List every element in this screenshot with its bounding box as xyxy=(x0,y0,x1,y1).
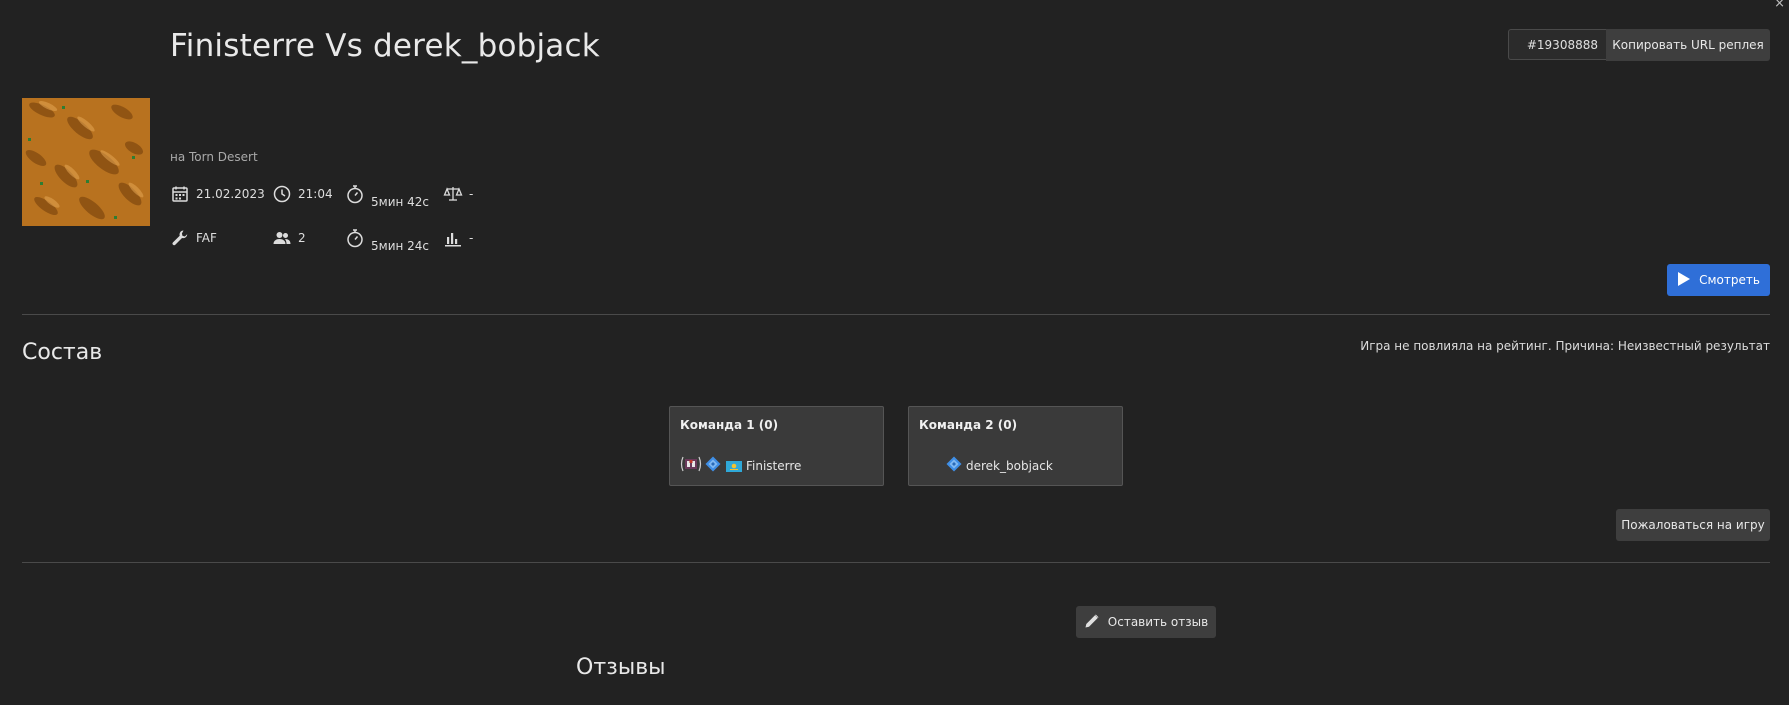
team-player[interactable]: Finisterre xyxy=(680,456,801,476)
time-value: 21:04 xyxy=(298,187,333,201)
rank-icon xyxy=(946,456,962,476)
divider-top xyxy=(22,314,1770,315)
divider-bottom xyxy=(22,562,1770,563)
team-player[interactable]: derek_bobjack xyxy=(946,456,1053,476)
clock-icon xyxy=(272,184,292,204)
play-icon xyxy=(1677,271,1691,290)
player-avatar-icon xyxy=(680,456,702,476)
team-card-1: Команда 1 (0) Finisterre xyxy=(669,406,884,486)
info-featured-mod: FAF xyxy=(170,228,217,248)
replay-id-field[interactable]: #19308888 xyxy=(1508,29,1606,60)
stopwatch-icon xyxy=(345,228,365,248)
player-name: derek_bobjack xyxy=(966,459,1053,473)
rating-value: - xyxy=(469,231,474,245)
report-game-button[interactable]: Пожаловаться на игру xyxy=(1616,509,1770,541)
people-icon xyxy=(272,228,292,248)
info-time: 21:04 xyxy=(272,184,333,204)
pencil-icon xyxy=(1084,613,1100,632)
scales-icon xyxy=(443,184,463,204)
duration-1-value: 5мин 42с xyxy=(371,195,430,209)
watch-label: Смотреть xyxy=(1699,273,1760,287)
teams-section-title: Состав xyxy=(22,340,103,365)
rating-note: Игра не повлияла на рейтинг. Причина: Не… xyxy=(1360,339,1770,353)
calendar-icon xyxy=(170,184,190,204)
player-name: Finisterre xyxy=(746,459,802,473)
team-name: Команда 2 (0) xyxy=(919,418,1018,432)
map-name: на Torn Desert xyxy=(170,150,258,164)
date-value: 21.02.2023 xyxy=(196,187,265,201)
wrench-icon xyxy=(170,228,190,248)
info-date: 21.02.2023 xyxy=(170,184,265,204)
leave-review-button[interactable]: Оставить отзыв xyxy=(1076,606,1216,638)
player-count-value: 2 xyxy=(298,231,306,245)
info-rating: - xyxy=(443,228,473,248)
bar-chart-icon xyxy=(443,228,463,248)
copy-replay-url-button[interactable]: Копировать URL реплея xyxy=(1606,29,1770,61)
info-player-count: 2 xyxy=(272,228,306,248)
team-card-2: Команда 2 (0) derek_bobjack xyxy=(908,406,1123,486)
page-title: Finisterre Vs derek_bobjack xyxy=(170,28,600,64)
reviews-title: Отзывы xyxy=(576,655,666,680)
info-balance: - xyxy=(443,184,473,204)
watch-replay-button[interactable]: Смотреть xyxy=(1667,264,1770,296)
country-flag-icon xyxy=(726,457,742,476)
rank-icon xyxy=(705,456,721,476)
duration-2-value: 5мин 24с xyxy=(371,239,430,253)
stopwatch-icon xyxy=(345,184,365,204)
featured-mod-value: FAF xyxy=(196,231,217,245)
replay-detail-page: × Finisterre Vs derek_bobjack #19308888 … xyxy=(0,0,1789,705)
balance-value: - xyxy=(469,187,474,201)
info-duration-1: 5мин 42с xyxy=(345,184,429,209)
review-label: Оставить отзыв xyxy=(1107,615,1209,629)
map-preview-image xyxy=(22,98,150,226)
info-duration-2: 5мин 24с xyxy=(345,228,429,253)
close-icon[interactable]: × xyxy=(1774,0,1785,10)
team-name: Команда 1 (0) xyxy=(680,418,779,432)
